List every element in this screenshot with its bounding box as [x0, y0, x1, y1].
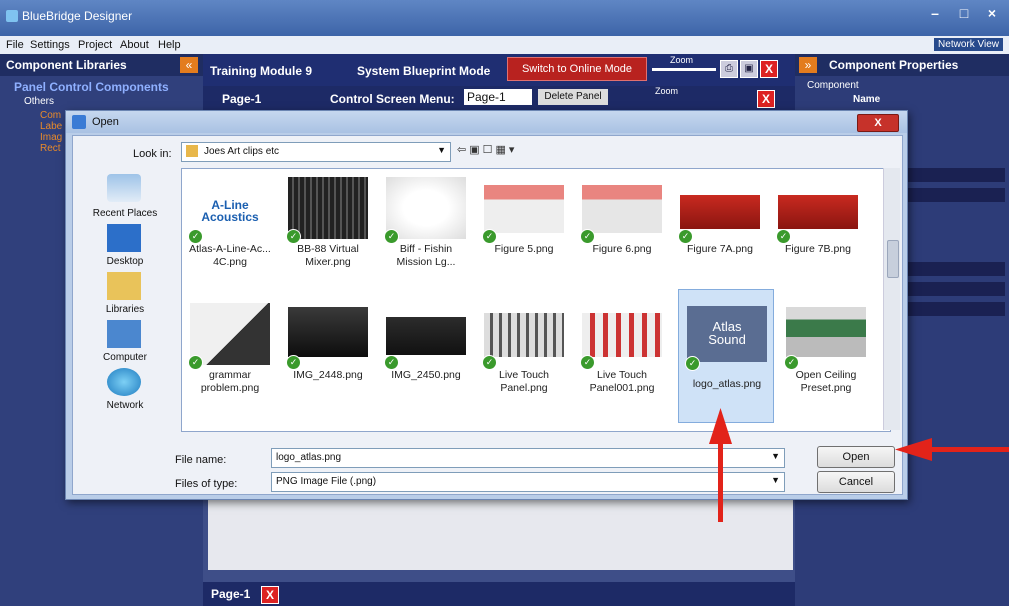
horizontal-red-arrow — [895, 438, 1009, 461]
annotation-arrows — [709, 408, 1009, 522]
vertical-red-arrow — [709, 408, 732, 522]
